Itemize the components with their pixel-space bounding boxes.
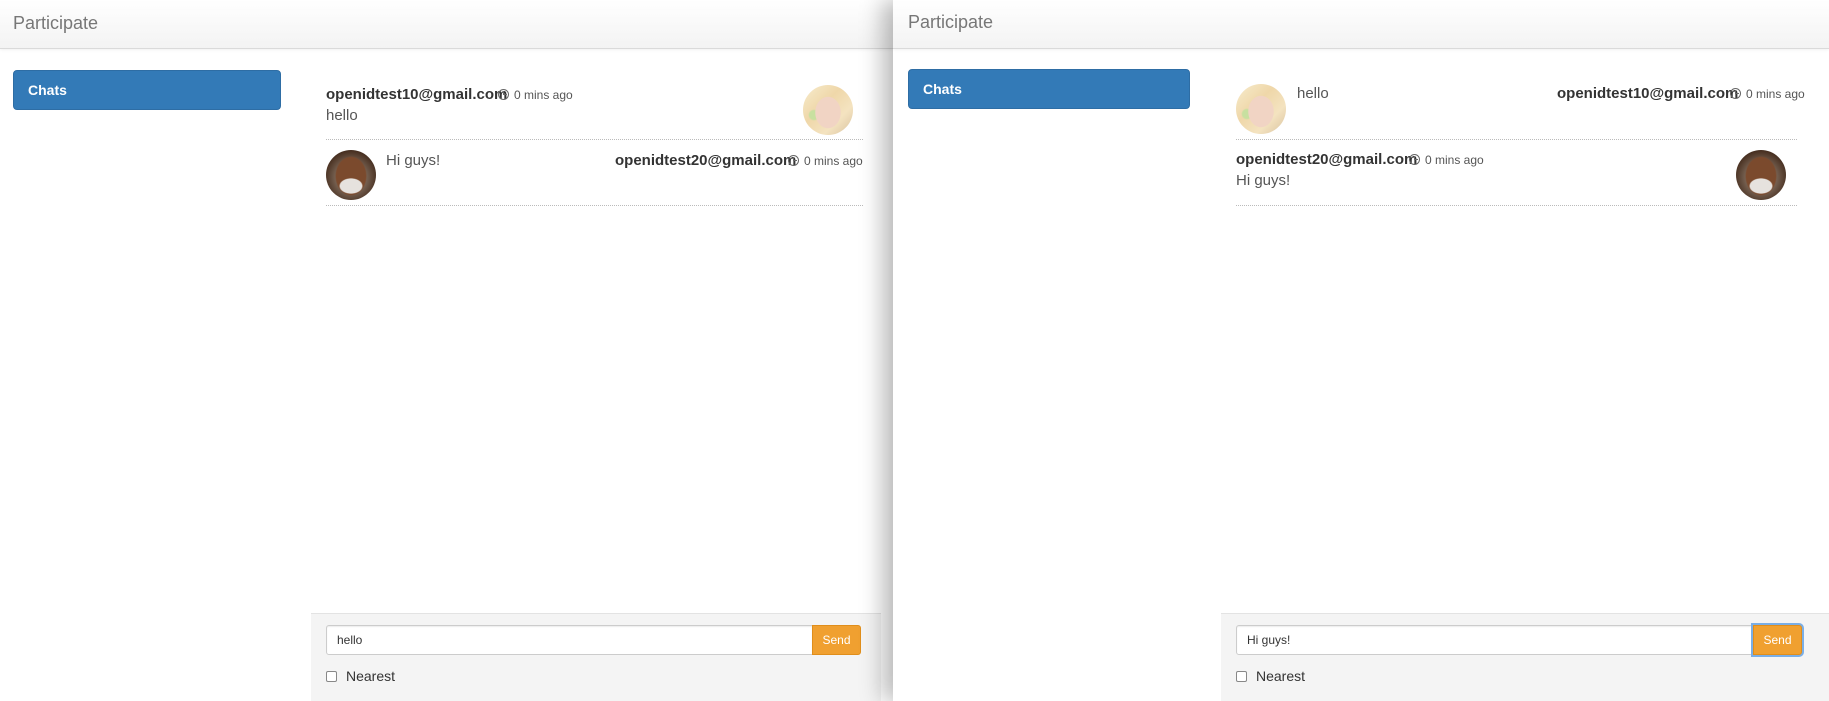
message-author: openidtest10@gmail.com [326, 86, 508, 103]
dark-avatar [1736, 150, 1786, 200]
nearest-checkbox[interactable] [1236, 670, 1247, 682]
clock-icon [1409, 154, 1420, 165]
brand-title[interactable]: Participate [13, 13, 98, 34]
message-input[interactable] [1236, 625, 1754, 655]
chat-message: openidtest10@gmail.com 0 mins ago hello [326, 74, 863, 140]
send-button[interactable]: Send [1753, 625, 1802, 655]
nearest-label: Nearest [346, 668, 396, 684]
chat-message: hello openidtest10@gmail.com 0 mins ago [1236, 74, 1805, 140]
chat-message: openidtest20@gmail.com 0 mins ago Hi guy… [1236, 140, 1797, 206]
message-author: openidtest20@gmail.com [1236, 151, 1418, 168]
chat-message: Hi guys! openidtest20@gmail.com 0 mins a… [326, 140, 863, 206]
clock-icon [1730, 88, 1741, 99]
composer: Send Nearest [311, 613, 881, 701]
blonde-avatar [803, 85, 853, 135]
clock-icon [788, 155, 799, 166]
clock-icon [498, 89, 509, 100]
message-time: 0 mins ago [804, 154, 863, 168]
blonde-avatar [1236, 84, 1286, 134]
message-text: Hi guys! [386, 152, 441, 169]
message-text: hello [326, 107, 358, 124]
sidebar-item-chats[interactable]: Chats [13, 70, 281, 110]
message-time: 0 mins ago [1425, 153, 1484, 167]
message-author: openidtest20@gmail.com [615, 152, 797, 169]
navbar: Participate [893, 0, 1829, 49]
nearest-checkbox[interactable] [326, 670, 337, 682]
message-input[interactable] [326, 625, 813, 655]
chat-window-left: Participate Chats openidtest10@gmail.com… [0, 0, 893, 701]
message-time: 0 mins ago [514, 88, 573, 102]
navbar: Participate [0, 0, 893, 49]
sidebar-item-chats[interactable]: Chats [908, 69, 1190, 109]
nearest-toggle[interactable]: Nearest [1236, 668, 1305, 684]
brand-title[interactable]: Participate [908, 12, 993, 33]
message-time: 0 mins ago [1746, 87, 1805, 101]
sidebar-item-label: Chats [923, 81, 962, 97]
dark-avatar [326, 150, 376, 200]
chat-window-right: Participate Chats hello openidtest10@gma… [893, 0, 1829, 701]
composer: Send Nearest [1221, 613, 1829, 701]
message-text: hello [1297, 85, 1329, 102]
sidebar-item-label: Chats [28, 82, 67, 98]
message-text: Hi guys! [1236, 172, 1291, 189]
send-button[interactable]: Send [812, 625, 861, 655]
nearest-toggle[interactable]: Nearest [326, 668, 395, 684]
message-author: openidtest10@gmail.com [1557, 85, 1739, 102]
nearest-label: Nearest [1256, 668, 1306, 684]
